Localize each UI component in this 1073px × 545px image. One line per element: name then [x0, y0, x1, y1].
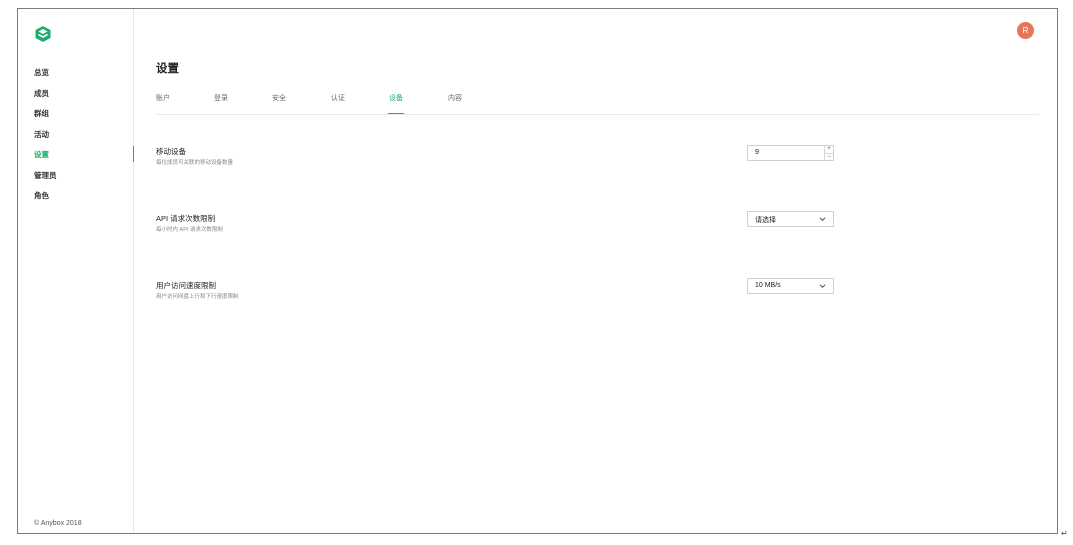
speed-limit-title: 用户访问速度限制 — [156, 281, 216, 290]
sidebar: 总览 成员 群组 活动 设置 管理员 角色 © Anybox 2018 — [18, 9, 134, 533]
api-limit-select[interactable]: 请选择 — [747, 211, 834, 227]
sidebar-item-overview[interactable]: 总览 — [34, 66, 57, 87]
api-limit-description: 每小时内 API 请求次数限制 — [156, 227, 223, 233]
speed-limit-description: 用户访问网盘上行和下行速度限制 — [156, 294, 239, 300]
tab-login[interactable]: 登录 — [214, 93, 228, 113]
api-limit-title: API 请求次数限制 — [156, 214, 216, 223]
settings-tabs: 账户 登录 安全 认证 设备 内容 — [156, 93, 1039, 115]
mobile-devices-stepper: + − — [824, 146, 833, 160]
sidebar-nav: 总览 成员 群组 活动 设置 管理员 角色 — [34, 66, 132, 210]
tab-security[interactable]: 安全 — [272, 93, 286, 113]
app-window: 总览 成员 群组 活动 设置 管理员 角色 © Anybox 2018 R 设置… — [17, 8, 1058, 534]
sidebar-item-admins[interactable]: 管理员 — [34, 169, 57, 190]
minus-icon[interactable]: − — [825, 152, 833, 161]
speed-limit-select[interactable]: 10 MB/s — [747, 278, 834, 294]
tab-devices[interactable]: 设备 — [388, 93, 404, 114]
chevron-down-icon[interactable] — [819, 216, 826, 222]
speed-limit-selected: 10 MB/s — [755, 282, 781, 289]
api-limit-selected: 请选择 — [755, 217, 776, 224]
mobile-devices-value[interactable]: 9 — [755, 149, 759, 156]
copyright-text: © Anybox 2018 — [34, 520, 82, 527]
sidebar-item-roles[interactable]: 角色 — [34, 189, 57, 210]
sidebar-item-activity[interactable]: 活动 — [34, 128, 57, 149]
return-mark-icon: ↵ — [1061, 529, 1068, 538]
tab-account[interactable]: 账户 — [156, 93, 170, 113]
sidebar-item-settings[interactable]: 设置 — [34, 146, 132, 169]
mobile-devices-title: 移动设备 — [156, 147, 186, 156]
anybox-logo-icon[interactable] — [34, 25, 52, 43]
chevron-down-icon[interactable] — [819, 283, 826, 289]
tab-content[interactable]: 内容 — [448, 93, 462, 113]
sidebar-item-groups[interactable]: 群组 — [34, 107, 57, 128]
user-avatar[interactable]: R — [1017, 22, 1034, 39]
tab-auth[interactable]: 认证 — [331, 93, 345, 113]
page-title: 设置 — [156, 63, 179, 75]
sidebar-item-members[interactable]: 成员 — [34, 87, 57, 108]
mobile-devices-description: 每位成员可关联的移动设备数量 — [156, 160, 234, 166]
mobile-devices-number-input[interactable]: 9 + − — [747, 145, 834, 161]
